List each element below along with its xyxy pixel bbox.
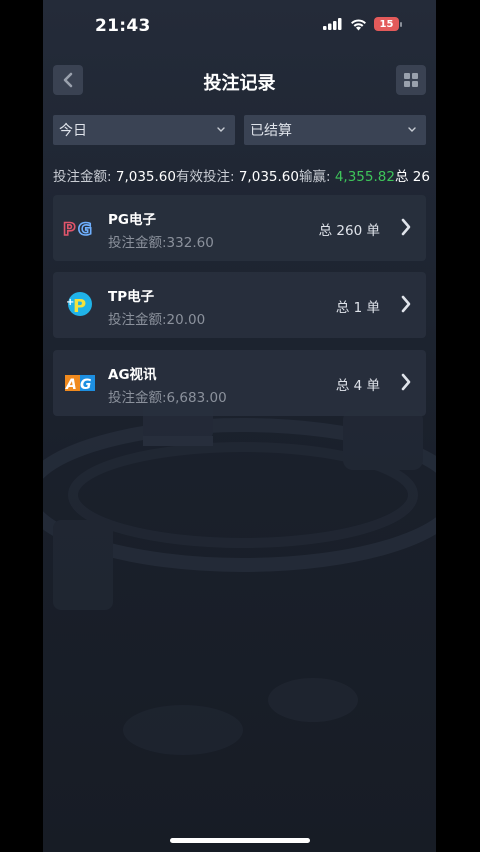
record-card-tp[interactable]: P + TP电子 投注金额:20.00 总 1 单: [53, 272, 426, 338]
svg-text:A: A: [65, 377, 77, 393]
phone-screen: 21:43 15 投注记录 今日 已结算 投注金额: 7,035.60有效投注:…: [43, 0, 436, 852]
background-decoration: [43, 400, 436, 755]
pg-logo-icon: P G: [63, 219, 93, 241]
record-card-ag[interactable]: A G AG视讯 投注金额:6,683.00 总 4 单: [53, 350, 426, 416]
navigation-bar: 投注记录: [43, 60, 436, 104]
status-bar: 21:43 15: [43, 0, 436, 54]
record-amount: 投注金额:6,683.00: [108, 390, 227, 406]
chevron-right-icon: [401, 218, 411, 236]
record-name: TP电子: [108, 289, 155, 305]
record-amount: 投注金额:20.00: [108, 312, 206, 328]
winloss-label: 输赢:: [298, 169, 331, 185]
record-amount: 投注金额:332.60: [108, 235, 214, 251]
chevron-right-icon: [401, 373, 411, 391]
record-name: PG电子: [108, 212, 156, 228]
record-count: 总 260 单: [318, 223, 380, 239]
ag-logo-icon: A G: [65, 375, 95, 393]
date-filter-select[interactable]: 今日: [53, 115, 235, 145]
wifi-icon: [351, 18, 366, 30]
status-filter-select[interactable]: 已结算: [244, 115, 426, 145]
menu-grid-button[interactable]: [396, 65, 426, 95]
svg-text:P: P: [73, 296, 86, 317]
status-filter-value: 已结算: [250, 123, 292, 139]
bet-amount-label: 投注金额:: [53, 169, 112, 185]
battery-cap: [400, 21, 402, 27]
svg-text:G: G: [80, 377, 92, 393]
svg-text:G: G: [78, 220, 92, 240]
cellular-signal-icon: [323, 18, 342, 30]
grid-icon: [404, 73, 418, 87]
valid-bet-value: 7,035.60: [238, 169, 299, 185]
svg-text:+: +: [66, 297, 74, 308]
summary-bar: 投注金额: 7,035.60有效投注: 7,035.60输赢: 4,355.82…: [53, 165, 436, 185]
home-indicator[interactable]: [170, 838, 310, 843]
page-title: 投注记录: [203, 73, 276, 94]
chevron-down-icon: [408, 127, 416, 132]
record-card-pg[interactable]: P G PG电子 投注金额:332.60 总 260 单: [53, 195, 426, 261]
bet-amount-value: 7,035.60: [115, 169, 176, 185]
record-name: AG视讯: [108, 367, 157, 383]
valid-bet-label: 有效投注:: [175, 169, 235, 185]
status-time: 21:43: [95, 16, 151, 36]
tp-logo-icon: P +: [66, 292, 92, 317]
winloss-value: 4,355.82: [334, 169, 395, 185]
record-count: 总 4 单: [335, 378, 380, 394]
status-icons: 15: [323, 17, 402, 31]
svg-text:P: P: [63, 220, 75, 240]
record-count: 总 1 单: [335, 300, 380, 316]
battery-icon: 15: [374, 17, 402, 31]
total-count: 总 26: [394, 169, 430, 185]
date-filter-value: 今日: [59, 123, 87, 139]
chevron-right-icon: [401, 295, 411, 313]
battery-level: 15: [374, 17, 399, 31]
chevron-down-icon: [217, 127, 225, 132]
